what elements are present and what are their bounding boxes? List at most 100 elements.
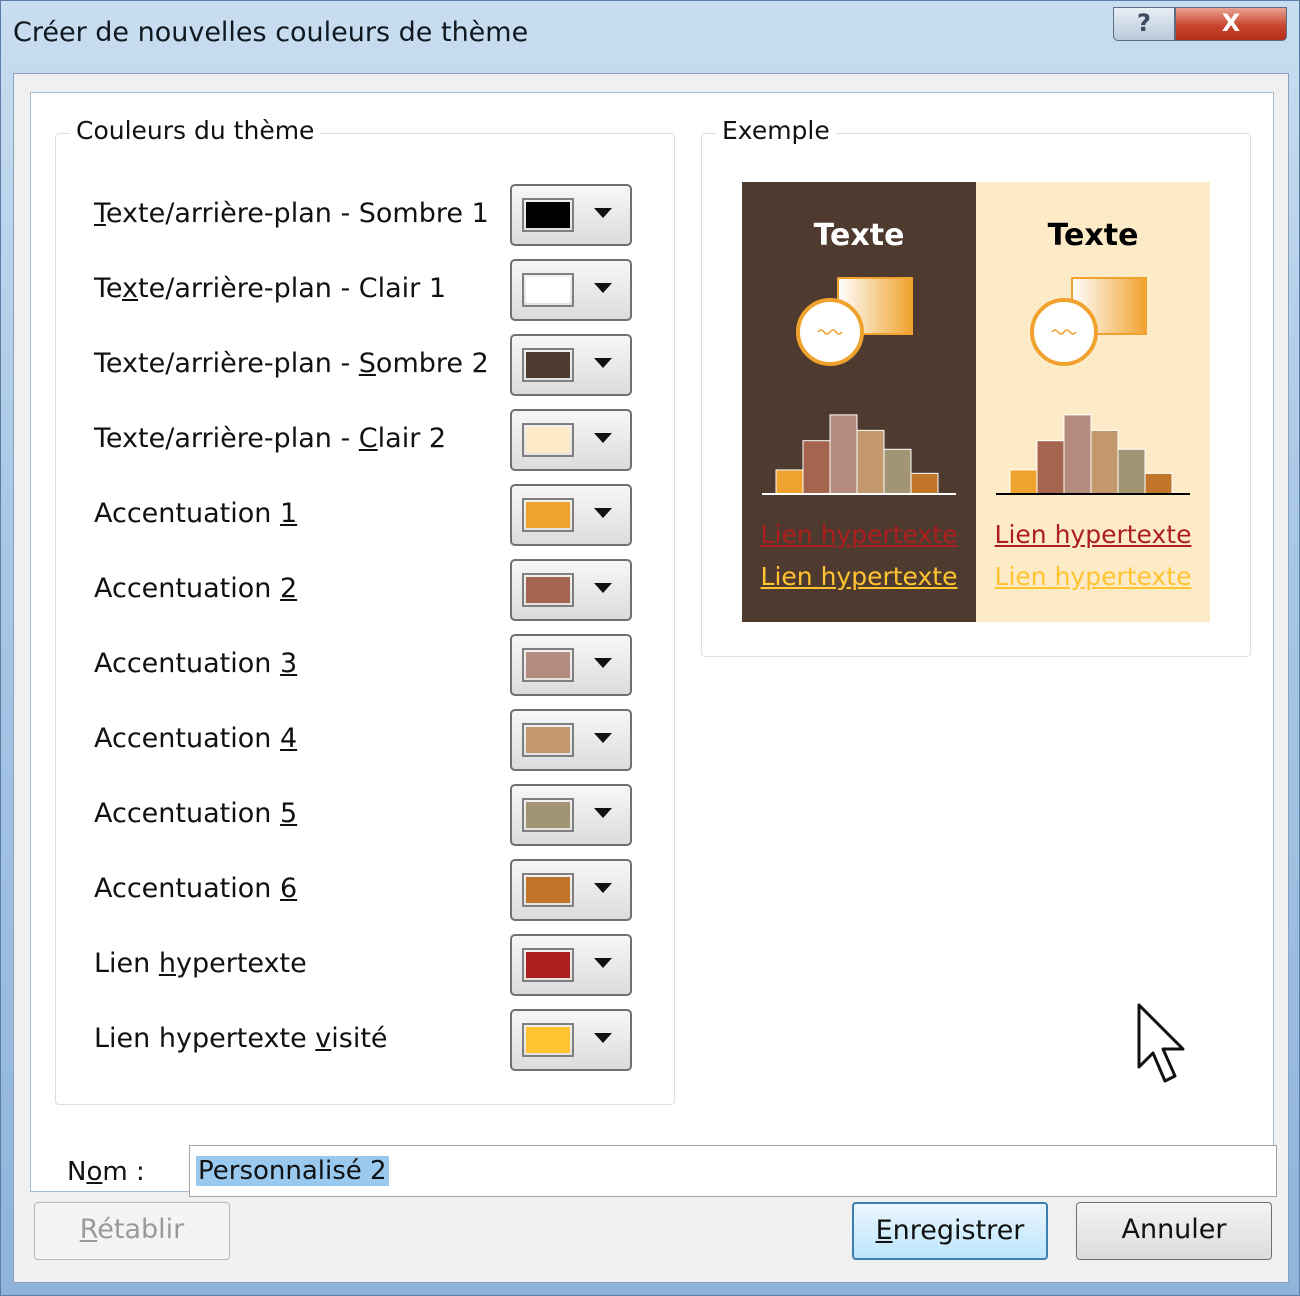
theme-colors-group: Couleurs du thème Texte/arrière-plan - S…: [55, 116, 676, 1105]
color-row: Accentuation 3: [56, 634, 676, 696]
color-row: Accentuation 5: [56, 784, 676, 846]
color-row-label: Lien hypertexte: [94, 948, 307, 979]
color-swatch: [522, 798, 574, 832]
color-swatch: [522, 948, 574, 982]
preview-light-hyperlink: Lien hypertexte: [994, 520, 1192, 549]
preview-light-visited-link: Lien hypertexte: [994, 562, 1192, 591]
color-row-label: Accentuation 3: [94, 648, 298, 679]
color-swatch: [522, 273, 574, 307]
color-row-label: Accentuation 2: [94, 573, 298, 604]
name-input[interactable]: Personnalisé 2: [189, 1145, 1277, 1197]
dropdown-arrow-icon: [594, 808, 612, 818]
color-picker-button[interactable]: [510, 184, 632, 246]
reset-button[interactable]: Rétablir: [34, 1202, 230, 1260]
name-input-value: Personnalisé 2: [196, 1156, 389, 1186]
color-swatch: [522, 1023, 574, 1057]
color-row: Lien hypertexte visité: [56, 1009, 676, 1071]
color-row-label: Texte/arrière-plan - Sombre 1: [94, 198, 489, 229]
color-picker-button[interactable]: [510, 934, 632, 996]
preview-bar: [1117, 448, 1146, 495]
color-picker-button[interactable]: [510, 484, 632, 546]
preview-bar: [1063, 414, 1092, 495]
preview-bar: [883, 448, 912, 495]
color-swatch: [522, 498, 574, 532]
window-title: Créer de nouvelles couleurs de thème: [13, 17, 529, 48]
preview-bar: [1090, 429, 1119, 495]
preview-light-panel: Texte Lien hypertexte Lien hypertexte: [976, 182, 1210, 622]
save-button[interactable]: Enregistrer: [852, 1202, 1048, 1260]
color-row: Texte/arrière-plan - Clair 2: [56, 409, 676, 471]
dropdown-arrow-icon: [594, 1033, 612, 1043]
mouse-pointer-icon: [1137, 1003, 1185, 1083]
color-row: Texte/arrière-plan - Sombre 2: [56, 334, 676, 396]
close-icon: X: [1221, 9, 1241, 37]
cancel-button[interactable]: Annuler: [1076, 1202, 1272, 1260]
preview-bar: [802, 440, 831, 495]
dropdown-arrow-icon: [594, 733, 612, 743]
color-row-label: Texte/arrière-plan - Clair 1: [94, 273, 447, 304]
preview-light-title: Texte: [1047, 218, 1139, 253]
color-picker-button[interactable]: [510, 1009, 632, 1071]
color-row-label: Texte/arrière-plan - Sombre 2: [94, 348, 489, 379]
color-swatch: [522, 348, 574, 382]
dropdown-arrow-icon: [594, 208, 612, 218]
close-button[interactable]: X: [1175, 7, 1287, 41]
example-preview: Texte Lien hypertexte Lien hypertexte Te…: [742, 182, 1210, 622]
preview-dark-hyperlink: Lien hypertexte: [760, 520, 958, 549]
color-row: Accentuation 1: [56, 484, 676, 546]
color-picker-button[interactable]: [510, 859, 632, 921]
color-swatch: [522, 198, 574, 232]
color-row-label: Accentuation 4: [94, 723, 298, 754]
preview-bar: [1144, 472, 1173, 495]
color-row: Accentuation 2: [56, 559, 676, 621]
preview-bar: [1036, 440, 1065, 495]
dropdown-arrow-icon: [594, 508, 612, 518]
color-row-label: Accentuation 5: [94, 798, 298, 829]
color-picker-button[interactable]: [510, 559, 632, 621]
color-row-label: Texte/arrière-plan - Clair 2: [94, 423, 447, 454]
preview-bar: [829, 414, 858, 495]
dropdown-arrow-icon: [594, 283, 612, 293]
example-group: Exemple Texte Lien hypertexte Lien hyper…: [701, 116, 1251, 657]
color-row: Texte/arrière-plan - Sombre 1: [56, 184, 676, 246]
preview-dark-panel: Texte Lien hypertexte Lien hypertexte: [742, 182, 976, 622]
example-legend: Exemple: [716, 116, 836, 145]
color-picker-button[interactable]: [510, 634, 632, 696]
color-picker-button[interactable]: [510, 409, 632, 471]
color-row-label: Accentuation 6: [94, 873, 298, 904]
color-row-label: Accentuation 1: [94, 498, 298, 529]
preview-bar: [856, 429, 885, 495]
color-picker-button[interactable]: [510, 334, 632, 396]
dialog-window: Créer de nouvelles couleurs de thème ? X…: [0, 0, 1300, 1296]
color-swatch: [522, 723, 574, 757]
preview-bar: [775, 469, 804, 495]
theme-colors-legend: Couleurs du thème: [70, 116, 321, 145]
help-button[interactable]: ?: [1113, 7, 1175, 41]
color-swatch: [522, 873, 574, 907]
dropdown-arrow-icon: [594, 583, 612, 593]
color-picker-button[interactable]: [510, 709, 632, 771]
content-frame: Couleurs du thème Texte/arrière-plan - S…: [30, 92, 1277, 1197]
color-swatch: [522, 648, 574, 682]
name-label: Nom :: [67, 1157, 145, 1187]
color-row: Accentuation 4: [56, 709, 676, 771]
preview-dark-title: Texte: [813, 218, 905, 253]
color-swatch: [522, 423, 574, 457]
color-row: Lien hypertexte: [56, 934, 676, 996]
dropdown-arrow-icon: [594, 358, 612, 368]
help-icon: ?: [1137, 9, 1151, 37]
color-picker-button[interactable]: [510, 784, 632, 846]
dialog-client-area: Couleurs du thème Texte/arrière-plan - S…: [13, 73, 1289, 1283]
color-row-label: Lien hypertexte visité: [94, 1023, 388, 1054]
color-row: Accentuation 6: [56, 859, 676, 921]
dropdown-arrow-icon: [594, 658, 612, 668]
color-picker-button[interactable]: [510, 259, 632, 321]
preview-dark-visited-link: Lien hypertexte: [760, 562, 958, 591]
dropdown-arrow-icon: [594, 883, 612, 893]
dropdown-arrow-icon: [594, 958, 612, 968]
color-row: Texte/arrière-plan - Clair 1: [56, 259, 676, 321]
preview-bar: [910, 472, 939, 495]
title-bar[interactable]: Créer de nouvelles couleurs de thème ? X: [1, 1, 1300, 71]
preview-bar: [1009, 469, 1038, 495]
dropdown-arrow-icon: [594, 433, 612, 443]
